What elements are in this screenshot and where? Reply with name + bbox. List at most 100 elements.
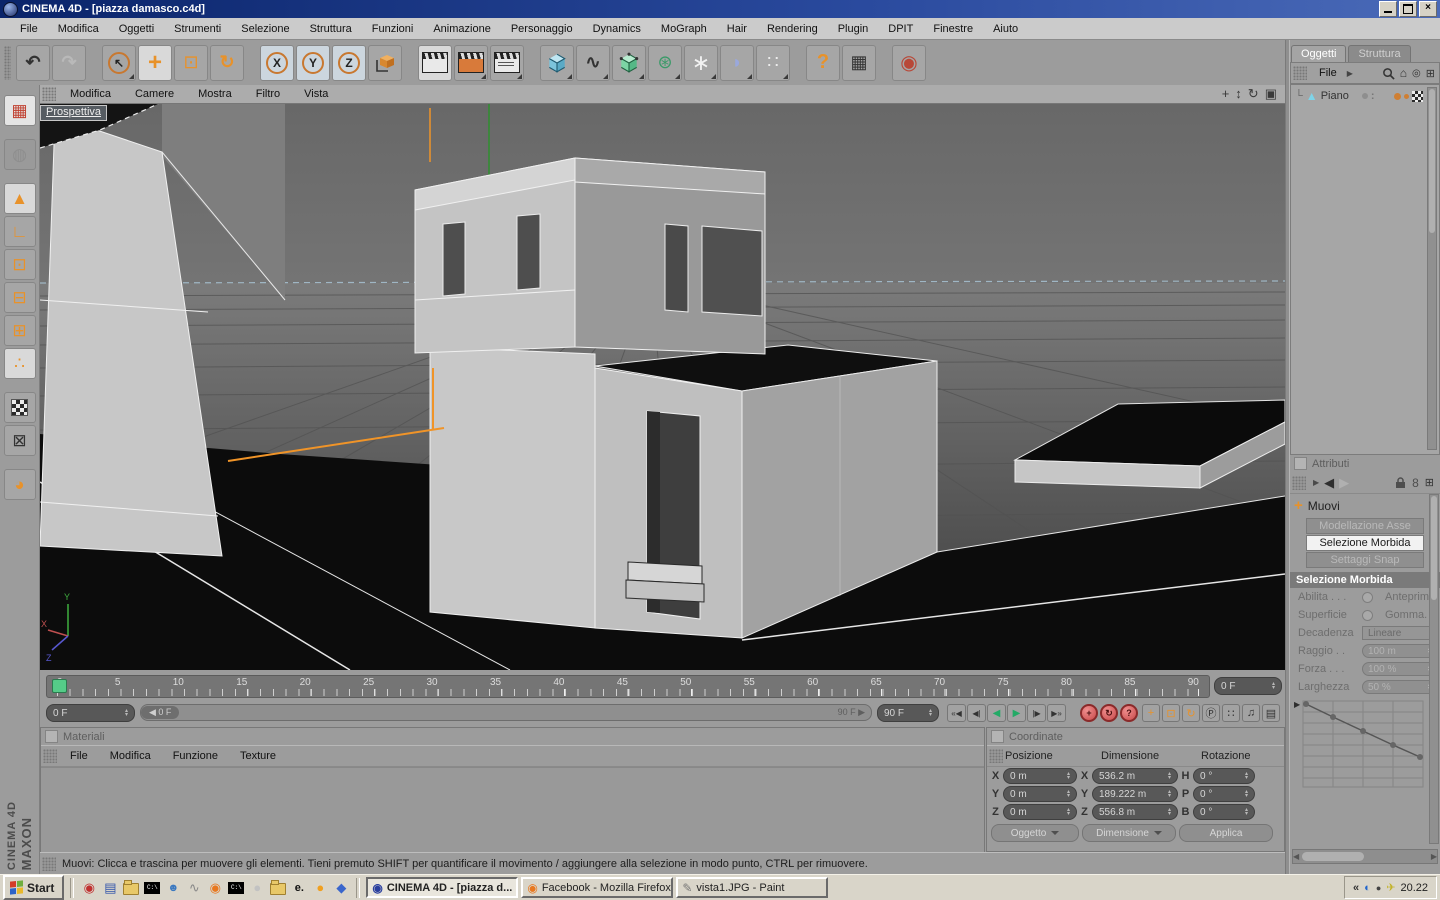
tray-airplane-icon[interactable]: ✈ xyxy=(1386,881,1395,894)
menu-item[interactable]: Strumenti xyxy=(164,21,231,37)
size-field[interactable]: 536.2 m xyxy=(1092,768,1178,784)
keyframe-help-button[interactable]: ? xyxy=(1120,704,1138,722)
history-back-icon[interactable]: ◀ xyxy=(1324,475,1334,491)
panel-pin-icon[interactable] xyxy=(991,730,1004,743)
object-tree-scrollbar[interactable] xyxy=(1427,87,1437,450)
falloff-curve[interactable] xyxy=(1302,700,1424,796)
help-button[interactable]: ? xyxy=(806,44,840,81)
animation-mode-button[interactable]: ∴ xyxy=(3,348,36,379)
record-parameter-button[interactable]: Ⓟ xyxy=(1202,704,1220,722)
tray-daemon-icon[interactable]: ◐ xyxy=(1364,882,1371,894)
menu-item[interactable]: Oggetti xyxy=(109,21,164,37)
eye-icon[interactable]: ◎ xyxy=(1412,68,1421,79)
attr-grip[interactable] xyxy=(1292,475,1306,490)
tab-selezione-morbida[interactable]: Selezione Morbida xyxy=(1306,535,1424,551)
section-header[interactable]: Selezione Morbida xyxy=(1290,572,1440,588)
range-slider-right-grip[interactable]: 90 F ▶ xyxy=(838,707,871,718)
range-slider-left-grip[interactable]: ◀ 0 F xyxy=(141,706,180,719)
render-view-button[interactable] xyxy=(418,44,452,81)
panel-pin-icon[interactable] xyxy=(1294,457,1307,470)
add-spline-button[interactable]: ∿ xyxy=(576,44,610,81)
materials-list-area[interactable] xyxy=(41,767,984,852)
timeline-range-slider[interactable]: ◀ 0 F 90 F ▶ xyxy=(140,704,872,721)
viewport[interactable]: Prospettiva Y X Z xyxy=(40,104,1285,670)
om-grip[interactable] xyxy=(1293,66,1307,80)
hscroll-thumb[interactable] xyxy=(1302,852,1365,861)
abilita-checkbox[interactable] xyxy=(1362,591,1373,603)
position-field[interactable]: 0 m xyxy=(1003,786,1077,802)
menu-item[interactable]: Modifica xyxy=(48,21,109,37)
stepper-icon[interactable] xyxy=(125,709,128,717)
add-array-button[interactable]: ⊛ xyxy=(648,44,682,81)
texture-axis-mode-button[interactable]: ⊠ xyxy=(3,425,36,456)
coordinates-grip[interactable] xyxy=(989,749,1003,763)
play-backward-button[interactable]: ◀ xyxy=(987,704,1006,722)
viewport-grip[interactable] xyxy=(42,87,56,101)
om-expand-icon[interactable]: ▶ xyxy=(1347,69,1353,78)
add-deformer-button[interactable]: ∗ xyxy=(684,44,718,81)
add-particles-button[interactable]: ∷ xyxy=(756,44,790,81)
menu-item[interactable]: DPIT xyxy=(878,21,923,37)
tab-modellazione-asse[interactable]: Modellazione Asse xyxy=(1306,518,1424,534)
taskbar-window-cinema4d[interactable]: ◉ CINEMA 4D - [piazza d... xyxy=(366,877,519,898)
menu-item[interactable]: File xyxy=(10,21,48,37)
move-button[interactable]: + xyxy=(138,44,172,81)
search-icon[interactable] xyxy=(1382,67,1395,80)
points-mode-button[interactable]: ⊡ xyxy=(3,249,36,280)
quicklaunch-folder-icon[interactable] xyxy=(122,879,140,897)
quicklaunch-users-icon[interactable]: ☻ xyxy=(164,879,182,897)
view-rotate-icon[interactable]: ↻ xyxy=(1248,86,1259,102)
panel-pin-icon[interactable] xyxy=(45,730,58,743)
view-zoom-icon[interactable]: ↕ xyxy=(1235,86,1242,102)
quicklaunch-messenger-icon[interactable]: ◆ xyxy=(332,879,350,897)
position-field[interactable]: 0 m xyxy=(1003,768,1077,784)
menu-item[interactable]: Finestre xyxy=(923,21,983,37)
play-forward-button[interactable]: ▶ xyxy=(1007,704,1026,722)
forza-field[interactable]: 100 % xyxy=(1362,662,1437,676)
menu-item[interactable]: Hair xyxy=(717,21,757,37)
scroll-right-icon[interactable]: ▶ xyxy=(1431,852,1437,861)
add-panel-icon[interactable]: ⊞ xyxy=(1426,67,1435,80)
make-editable-button[interactable]: ▦ xyxy=(3,95,36,126)
materials-grip[interactable] xyxy=(43,749,57,763)
layer-dot-icon[interactable] xyxy=(1361,93,1368,99)
autokey-button[interactable]: ↻ xyxy=(1100,704,1118,722)
polygons-mode-button[interactable]: ⊞ xyxy=(3,315,36,346)
object-name[interactable]: Piano xyxy=(1321,90,1349,102)
quicklaunch-cloud-icon[interactable]: ● xyxy=(248,879,266,897)
minimize-button[interactable] xyxy=(1379,1,1397,17)
quicklaunch-emule-icon[interactable]: e. xyxy=(290,879,308,897)
menu-item[interactable]: Plugin xyxy=(828,21,879,37)
sound-button[interactable]: ♫ xyxy=(1242,704,1260,722)
lock-z-button[interactable]: Z xyxy=(332,44,366,81)
stepper-icon[interactable] xyxy=(929,709,932,717)
deformer-sphere-small-icon[interactable] xyxy=(1404,93,1409,99)
rotation-field[interactable]: 0 ° xyxy=(1193,786,1255,802)
timeline-end-frame-field[interactable]: 0 F xyxy=(1214,677,1282,695)
materials-menu-item[interactable]: Texture xyxy=(229,749,287,763)
toolbar-grip[interactable] xyxy=(4,45,11,80)
menu-item[interactable]: Funzioni xyxy=(362,21,424,37)
current-frame-field[interactable]: 0 F xyxy=(46,704,135,722)
undo-button[interactable]: ↶ xyxy=(16,44,50,81)
tray-chevron-icon[interactable]: « xyxy=(1353,882,1359,894)
xpresso-button[interactable]: ▦ xyxy=(842,44,876,81)
taskbar-window-firefox[interactable]: ◉ Facebook - Mozilla Firefox xyxy=(521,877,674,898)
add-panel-icon[interactable]: ⊞ xyxy=(1425,476,1434,489)
tab-settaggi-snap[interactable]: Settaggi Snap xyxy=(1306,552,1424,568)
rotation-field[interactable]: 0 ° xyxy=(1193,804,1255,820)
quicklaunch-console2-icon[interactable]: C:\ xyxy=(227,879,245,897)
viewport-menu-camere[interactable]: Camere xyxy=(123,87,186,101)
viewport-menu-vista[interactable]: Vista xyxy=(292,87,340,101)
view-pan-icon[interactable]: + xyxy=(1222,86,1230,102)
record-rotation-button[interactable]: ↻ xyxy=(1182,704,1200,722)
lock-x-button[interactable]: X xyxy=(260,44,294,81)
materials-menu-item[interactable]: Funzione xyxy=(162,749,229,763)
home-icon[interactable]: ⌂ xyxy=(1400,66,1407,80)
goto-end-button[interactable]: ▶» xyxy=(1047,704,1066,722)
quicklaunch-ball-icon[interactable]: ● xyxy=(311,879,329,897)
larghezza-field[interactable]: 50 % xyxy=(1362,680,1437,694)
menu-item[interactable]: MoGraph xyxy=(651,21,717,37)
superficie-checkbox[interactable] xyxy=(1362,609,1373,621)
visibility-dots-icon[interactable]: : xyxy=(1371,90,1375,102)
